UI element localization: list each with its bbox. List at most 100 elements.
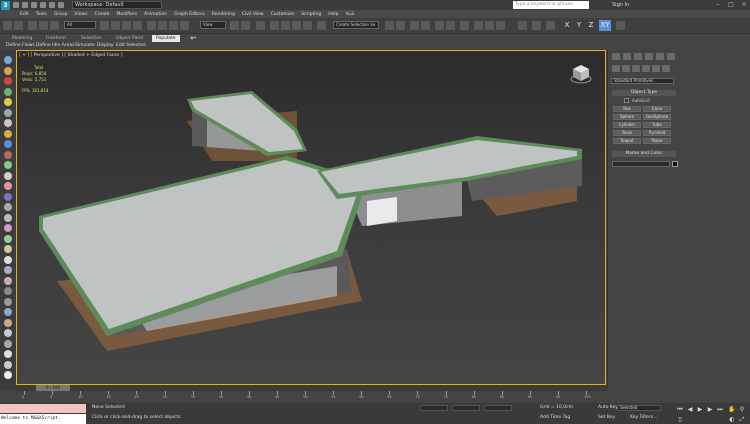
pivot-center-button[interactable] (230, 21, 239, 30)
name-and-color-header[interactable]: Name and Color (612, 151, 676, 157)
motion-tab-icon[interactable] (645, 53, 653, 60)
select-and-move-button[interactable] (147, 21, 156, 30)
helpers-category-icon[interactable] (652, 65, 660, 72)
display-tab-icon[interactable] (656, 53, 664, 60)
camera-icon[interactable] (4, 108, 12, 117)
axis-y-button[interactable]: Y (574, 20, 584, 31)
mirror-button[interactable] (385, 21, 394, 30)
geosphere-icon[interactable] (4, 255, 12, 264)
auto-key-button[interactable]: Auto Key (598, 405, 618, 411)
primitive-type-dropdown[interactable]: Standard Primitives (611, 78, 674, 84)
plane-icon[interactable] (4, 234, 12, 243)
redo-icon[interactable] (49, 2, 55, 8)
select-object-button[interactable] (100, 21, 109, 30)
cylinder-button[interactable]: Cylinder (613, 122, 641, 128)
display-button[interactable]: Display (97, 43, 114, 49)
edit-named-selection-button[interactable] (317, 21, 326, 30)
go-to-end-icon[interactable]: ⏭ (716, 406, 724, 413)
zoom-icon[interactable]: ⚲ (738, 406, 746, 413)
edit-selected-button[interactable]: Edit Selected (116, 43, 146, 49)
bind-space-warp-button[interactable] (50, 21, 59, 30)
sphere-icon[interactable] (4, 77, 12, 85)
layer-icon[interactable] (4, 140, 12, 148)
menu-graph-editors[interactable]: Graph Editors (174, 12, 205, 17)
selection-filter-dropdown[interactable]: All (64, 21, 96, 29)
maximize-viewport-icon[interactable]: ⤢ (738, 416, 746, 423)
align-button[interactable] (396, 21, 405, 30)
add-time-tag[interactable]: Add Time Tag (540, 415, 570, 421)
z-coordinate-field[interactable] (484, 405, 512, 411)
stairs-icon[interactable] (4, 308, 12, 316)
unlink-button[interactable] (39, 21, 48, 30)
play-icon[interactable]: ▶ (696, 406, 704, 413)
shape-icon[interactable] (4, 150, 12, 159)
menu-vu3[interactable]: Vu3 (345, 12, 354, 17)
set-key-button[interactable]: Set Key (598, 415, 615, 421)
asset-icon[interactable] (4, 129, 12, 138)
undo-icon[interactable] (40, 2, 46, 8)
select-by-name-button[interactable] (111, 21, 120, 30)
axis-z-button[interactable]: Z (586, 20, 596, 31)
select-manipulate-button[interactable] (241, 21, 250, 30)
simulate-button[interactable]: Simulate (75, 43, 95, 49)
particles-icon[interactable] (4, 266, 12, 274)
menu-scripting[interactable]: Scripting (301, 12, 321, 17)
open-file-icon[interactable] (22, 2, 28, 8)
wall-icon[interactable] (4, 339, 12, 348)
geosphere-button[interactable]: GeoSphere (643, 114, 671, 120)
orbit-icon[interactable]: ◐ (728, 416, 736, 423)
menu-animation[interactable]: Animation (144, 12, 167, 17)
sphere-button[interactable]: Sphere (613, 114, 641, 120)
autogrid-checkbox[interactable] (624, 98, 629, 103)
key-filters-button[interactable]: Key Filters... (630, 415, 657, 421)
menu-views[interactable]: Views (75, 12, 88, 17)
x-coordinate-field[interactable] (420, 405, 448, 411)
create-icon[interactable] (4, 66, 12, 75)
project-folder-icon[interactable] (58, 2, 64, 8)
select-and-link-button[interactable] (28, 21, 37, 30)
geometry-category-icon[interactable] (612, 65, 620, 72)
window-crossing-button[interactable] (133, 21, 142, 30)
minimize-icon[interactable]: – (712, 0, 724, 9)
select-and-scale-button[interactable] (169, 21, 178, 30)
tab-selection[interactable]: Selection (81, 35, 102, 42)
select-and-place-button[interactable] (180, 21, 189, 30)
create-tab-icon[interactable] (612, 53, 620, 60)
pyramid-button[interactable]: Pyramid (643, 130, 671, 136)
object-color-swatch[interactable] (672, 161, 678, 167)
axis-constraints-button[interactable] (616, 21, 625, 30)
frame-number-field[interactable]: ▯ (676, 416, 684, 423)
select-icon[interactable] (4, 56, 12, 64)
compound-icon[interactable] (4, 276, 12, 285)
rectangular-selection-button[interactable] (122, 21, 131, 30)
tab-freeform[interactable]: Freeform (46, 35, 66, 42)
cone-icon[interactable] (4, 213, 12, 222)
render-production-button[interactable] (496, 21, 505, 30)
next-frame-icon[interactable]: ▶ (706, 406, 714, 413)
render-setup-button[interactable] (474, 21, 483, 30)
menu-rendering[interactable]: Rendering (212, 12, 235, 17)
save-file-icon[interactable] (31, 2, 37, 8)
menu-modifiers[interactable]: Modifiers (117, 12, 138, 17)
redo-button[interactable] (14, 21, 23, 30)
maxscript-output[interactable]: Welcome to M&&XScript. (0, 414, 86, 424)
percent-snap-button[interactable] (292, 21, 301, 30)
lights-category-icon[interactable] (632, 65, 640, 72)
tab-object-paint[interactable]: Object Paint (116, 35, 143, 42)
box-icon[interactable] (4, 203, 12, 211)
schematic-view-button[interactable] (446, 21, 455, 30)
perspective-viewport[interactable]: [ + ] [ Perspective ] [ Shaded + Edged F… (16, 50, 606, 385)
pan-view-icon[interactable]: ✋ (728, 406, 736, 413)
undo-button[interactable] (3, 21, 12, 30)
shapes-category-icon[interactable] (622, 65, 630, 72)
ribbon-options-icon[interactable]: ◉▾ (190, 35, 196, 42)
cone-button[interactable]: Cone (643, 106, 671, 112)
keyboard-shortcut-toggle[interactable] (256, 21, 265, 30)
modify-tab-icon[interactable] (623, 53, 631, 60)
rendered-frame-window-button[interactable] (485, 21, 494, 30)
object-type-header[interactable]: Object Type (612, 90, 676, 96)
menu-edit[interactable]: Edit (20, 12, 29, 17)
door-icon[interactable] (4, 287, 12, 295)
light-icon[interactable] (4, 98, 12, 106)
foliage-icon[interactable] (4, 318, 12, 327)
